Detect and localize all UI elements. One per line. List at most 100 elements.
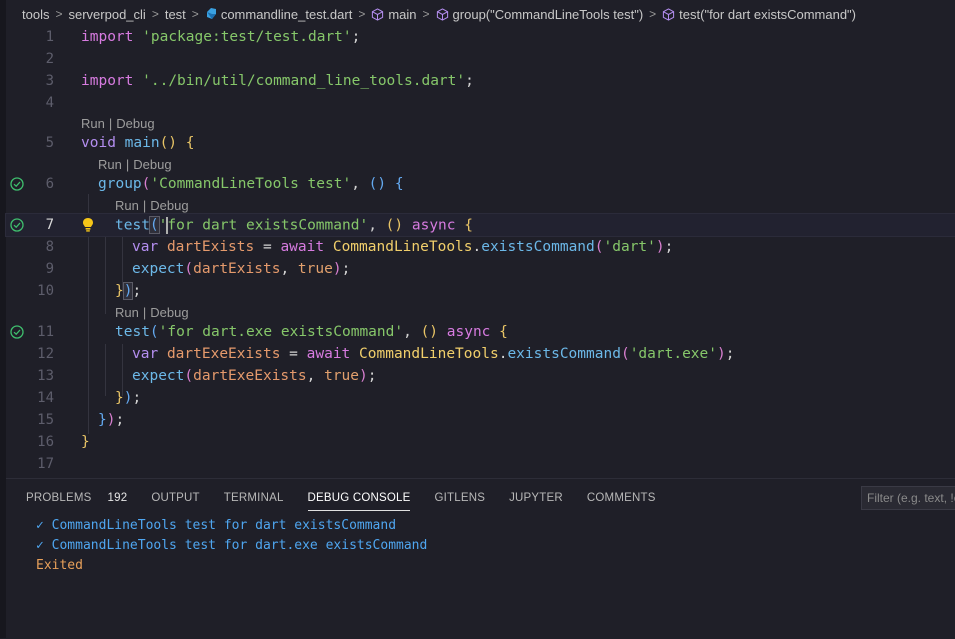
- chevron-right-icon: >: [151, 7, 159, 21]
- string-literal: 'package:test/test.dart': [142, 29, 352, 45]
- breadcrumb-serverpod-cli[interactable]: serverpod_cli: [68, 7, 145, 22]
- line-content: var dartExeExists = await CommandLineToo…: [132, 346, 734, 362]
- line-number: 3: [45, 73, 54, 89]
- string-literal: for dart existsCommand': [167, 217, 369, 233]
- debug-link[interactable]: Debug: [116, 116, 154, 131]
- variable: dartExists: [166, 239, 255, 255]
- punct: (): [385, 217, 404, 233]
- code-editor[interactable]: 1 import 'package:test/test.dart'; 2 3 i…: [5, 26, 955, 478]
- lightbulb-icon[interactable]: [82, 217, 94, 233]
- line-number: 14: [37, 390, 54, 406]
- lens-separator: |: [142, 304, 147, 320]
- punct: (: [594, 239, 604, 255]
- breadcrumb-label: serverpod_cli: [68, 6, 146, 22]
- line-number: 8: [45, 239, 54, 255]
- punct: ,: [280, 261, 298, 277]
- line-content: void main() {: [81, 135, 195, 151]
- function-name: existsCommand: [481, 239, 595, 255]
- line-number: 5: [45, 135, 54, 151]
- tab-gitlens[interactable]: GITLENS: [434, 479, 485, 517]
- function-name: expect: [132, 261, 185, 277]
- console-line: Exited: [36, 557, 83, 573]
- console-line: ✓ CommandLineTools test for dart existsC…: [36, 517, 397, 533]
- line-content: test('for dart existsCommand', () async …: [115, 216, 473, 234]
- punct: (: [149, 324, 159, 340]
- function-name: existsCommand: [507, 346, 621, 362]
- tab-label: DEBUG CONSOLE: [307, 492, 411, 504]
- code-lens-test-1: Run | Debug: [115, 196, 189, 214]
- line-content: });: [115, 282, 141, 300]
- code-line: 5 void main() {: [6, 132, 955, 154]
- punct: (: [184, 368, 194, 384]
- class-name: CommandLineTools: [332, 239, 473, 255]
- debug-link[interactable]: Debug: [150, 198, 188, 213]
- console-filter-input[interactable]: Filter (e.g. text, !exclude): [861, 486, 955, 510]
- breadcrumb-group[interactable]: group("CommandLineTools test"): [436, 7, 643, 22]
- punct: ;: [341, 261, 351, 277]
- breadcrumb-test[interactable]: test: [165, 7, 186, 22]
- run-link[interactable]: Run: [81, 116, 105, 131]
- keyword: async: [411, 217, 456, 233]
- chevron-right-icon: >: [358, 7, 366, 21]
- string-literal: 'dart.exe': [629, 346, 717, 362]
- tab-debug-console[interactable]: DEBUG CONSOLE: [307, 479, 411, 517]
- tab-problems[interactable]: PROBLEMS 192: [26, 479, 127, 517]
- code-line: 14 });: [6, 387, 955, 409]
- string-literal: 'dart': [603, 239, 656, 255]
- tab-jupyter[interactable]: JUPYTER: [509, 479, 563, 517]
- code-lens-group: Run | Debug: [98, 155, 172, 173]
- chevron-right-icon: >: [649, 7, 657, 21]
- punct: (): [368, 176, 387, 192]
- punct: }: [81, 434, 90, 450]
- punct: ,: [351, 176, 369, 192]
- code-line: 1 import 'package:test/test.dart';: [6, 26, 955, 48]
- function-name: expect: [132, 368, 185, 384]
- keyword: import: [81, 73, 134, 89]
- punct: ): [359, 368, 368, 384]
- punct: ): [717, 346, 726, 362]
- debug-link[interactable]: Debug: [150, 305, 188, 320]
- keyword: var: [132, 239, 159, 255]
- debug-link[interactable]: Debug: [133, 157, 171, 172]
- line-content: });: [115, 390, 141, 406]
- breadcrumb-tools[interactable]: tools: [22, 7, 49, 22]
- keyword: await: [280, 239, 325, 255]
- tab-label: JUPYTER: [509, 492, 563, 504]
- breadcrumb-label: main: [388, 6, 417, 22]
- chevron-right-icon: >: [422, 7, 430, 21]
- punct: {: [499, 324, 508, 340]
- code-line-current: 7 test('for dart existsCommand', () asyn…: [5, 213, 955, 237]
- cube-symbol-icon: [372, 7, 384, 21]
- lens-separator: |: [108, 115, 113, 131]
- breadcrumb-file[interactable]: commandline_test.dart: [205, 7, 352, 22]
- breadcrumb-main[interactable]: main: [371, 6, 417, 22]
- line-number: 17: [37, 456, 54, 472]
- punct: =: [280, 346, 307, 362]
- line-content: expect(dartExeExists, true);: [132, 368, 376, 384]
- run-link[interactable]: Run: [98, 157, 122, 172]
- punct: ;: [351, 29, 361, 45]
- lens-separator: |: [142, 197, 147, 213]
- tab-label: PROBLEMS: [26, 492, 92, 504]
- run-link[interactable]: Run: [115, 305, 139, 320]
- line-number: 1: [45, 29, 54, 45]
- punct: .: [472, 239, 482, 255]
- code-line: 12 var dartExeExists = await CommandLine…: [6, 343, 955, 365]
- run-link[interactable]: Run: [115, 198, 139, 213]
- punct: ): [655, 239, 665, 255]
- tab-terminal[interactable]: TERMINAL: [224, 479, 284, 517]
- punct: ,: [306, 368, 325, 384]
- code-lens-main: Run | Debug: [81, 114, 155, 132]
- punct: {: [464, 217, 473, 233]
- chevron-right-icon: >: [55, 7, 63, 21]
- punct: ): [332, 261, 342, 277]
- string-literal: '../bin/util/command_line_tools.dart': [142, 73, 466, 89]
- tab-comments[interactable]: COMMENTS: [587, 479, 656, 517]
- breadcrumb-test-case[interactable]: test("for dart existsCommand"): [662, 7, 856, 22]
- tab-output[interactable]: OUTPUT: [151, 479, 199, 517]
- code-line: 9 expect(dartExists, true);: [6, 258, 955, 280]
- line-number: 13: [37, 368, 54, 384]
- breadcrumb-label: tools: [22, 6, 50, 22]
- cube-symbol-icon: [436, 7, 448, 21]
- code-line: 15 });: [6, 409, 955, 431]
